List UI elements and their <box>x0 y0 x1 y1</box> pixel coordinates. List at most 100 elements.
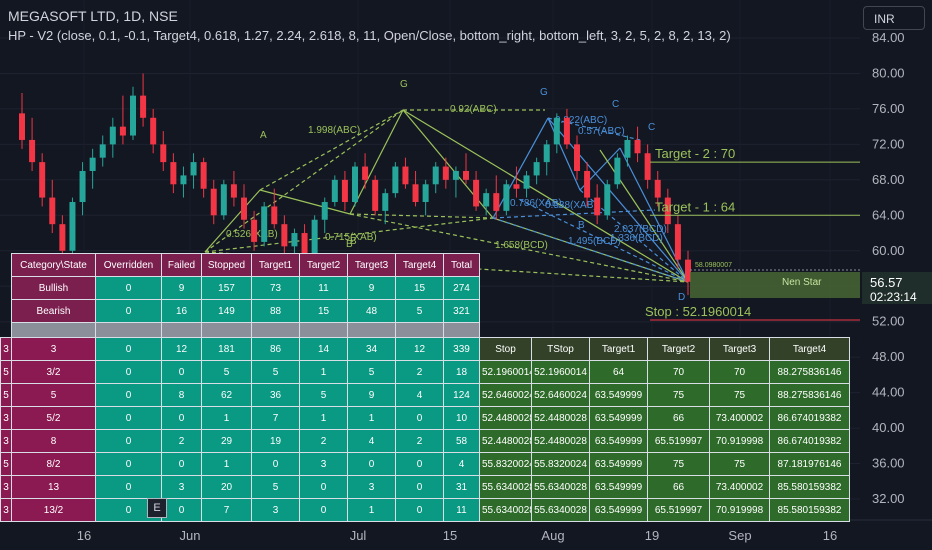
nen-star-label: Nen Star <box>782 277 822 288</box>
candle-body <box>119 126 126 136</box>
table-cell: 3 <box>161 475 202 499</box>
candle-body <box>321 202 328 220</box>
candle-body <box>574 144 580 171</box>
table-cell: 62 <box>201 383 252 407</box>
table-cell: 15 <box>299 299 348 323</box>
table-cell: 1 <box>347 406 396 430</box>
table-cell: 3 <box>0 429 12 453</box>
candle-body <box>59 224 66 251</box>
candle <box>341 170 348 211</box>
candle-body <box>594 197 601 216</box>
table-cell: 5 <box>395 299 444 323</box>
table-header: Target1 <box>251 253 300 277</box>
table-cell: 5 <box>251 475 300 499</box>
candle-body <box>220 184 227 216</box>
symbol-title[interactable]: MEGASOFT LTD, 1D, NSE <box>8 8 178 24</box>
candle-body <box>422 184 429 203</box>
table-cell: 11 <box>299 276 348 300</box>
table-cell: 85.580159382 <box>769 498 850 522</box>
x-tick-label: Jul <box>350 528 367 543</box>
x-tick-label: Aug <box>541 528 564 543</box>
candle-body <box>210 188 217 216</box>
candle <box>170 153 177 194</box>
table-cell: 2 <box>161 429 202 453</box>
indicator-settings[interactable]: HP - V2 (close, 0.1, -0.1, Target4, 0.61… <box>8 28 731 43</box>
table-cell: Bearish <box>11 299 96 323</box>
table-cell: 1 <box>299 360 348 384</box>
table-cell: 0 <box>395 406 444 430</box>
table-cell: 0 <box>95 383 162 407</box>
table-cell: 11 <box>443 498 480 522</box>
table-cell: 87.181976146 <box>769 452 850 476</box>
table-row: 55.6340028 55.6340028 63.549999 66 73.400002… <box>479 475 850 499</box>
candle <box>230 170 237 207</box>
table-cell: 4 <box>395 383 444 407</box>
pattern-label: A <box>260 130 267 141</box>
candle <box>553 113 560 154</box>
y-tick-label: 64.00 <box>872 207 905 222</box>
candle-body <box>190 162 197 176</box>
y-tick-label: 40.00 <box>872 420 905 435</box>
table-cell: 73.400002 <box>709 406 770 430</box>
candle-body <box>241 197 247 220</box>
candle <box>432 162 439 194</box>
candle <box>190 153 197 189</box>
candle-body <box>79 170 86 203</box>
table-cell: 5 <box>0 452 12 476</box>
candle-body <box>341 179 348 203</box>
table-cell: 86.674019382 <box>769 429 850 453</box>
table-cell: 75 <box>709 452 770 476</box>
x-tick-label: 16 <box>823 528 837 543</box>
candle-body <box>432 166 439 185</box>
candle <box>493 175 500 220</box>
candle-body <box>402 166 409 185</box>
table-cell: 70.919998 <box>709 498 770 522</box>
table-cell: 7 <box>201 498 252 522</box>
table-header: Stop <box>479 337 532 361</box>
pattern-label: D <box>678 292 685 303</box>
candle-body <box>180 175 187 185</box>
table-row: 52.6460024 52.6460024 63.549999 75 75 88.2758… <box>479 383 850 407</box>
candle <box>412 170 419 207</box>
candle-body <box>19 113 25 140</box>
candle <box>150 108 157 154</box>
table-cell: 5 <box>251 360 300 384</box>
table-cell: 9 <box>347 276 396 300</box>
table-cell: 31 <box>443 475 480 499</box>
y-tick-label: 52.00 <box>872 314 905 329</box>
table-cell: 3 <box>299 452 348 476</box>
table-cell: 55.6340028 <box>479 475 532 499</box>
y-tick-label: 72.00 <box>872 136 905 151</box>
table-cell: 1 <box>201 406 252 430</box>
table-cell: 52.4480028 <box>531 429 590 453</box>
candle <box>49 179 56 234</box>
pattern-point-marker: G <box>540 87 548 98</box>
y-axis: 84.0080.0076.0072.0068.0064.0060.0056.00… <box>860 0 932 520</box>
candle <box>503 179 510 216</box>
candle-body <box>109 126 116 145</box>
table-cell: 63.549999 <box>589 383 648 407</box>
table-cell: 0 <box>95 452 162 476</box>
table-cell: 2 <box>395 429 444 453</box>
table-cell: 0 <box>95 406 162 430</box>
table-cell: 52.4480028 <box>531 406 590 430</box>
table-cell: 5 <box>0 360 12 384</box>
candle <box>634 126 641 163</box>
table-cell: 9 <box>347 383 396 407</box>
candle-body <box>614 157 621 185</box>
table-header: Target3 <box>347 253 396 277</box>
pattern-point-marker: C <box>648 122 655 133</box>
candle-body <box>331 179 338 203</box>
candle <box>140 73 147 127</box>
candle <box>210 179 217 225</box>
e-button[interactable]: E <box>147 498 167 518</box>
table-cell: 66 <box>647 475 710 499</box>
y-tick-label: 84.00 <box>872 30 905 45</box>
table-header: Target2 <box>299 253 348 277</box>
candle <box>463 153 469 185</box>
stats-table: Category\State Overridden Failed Stopped Tar… <box>11 253 480 342</box>
currency-button[interactable]: INR <box>863 6 925 30</box>
candle <box>473 170 480 211</box>
table-cell: 75 <box>709 383 770 407</box>
table-cell: 1 <box>201 452 252 476</box>
